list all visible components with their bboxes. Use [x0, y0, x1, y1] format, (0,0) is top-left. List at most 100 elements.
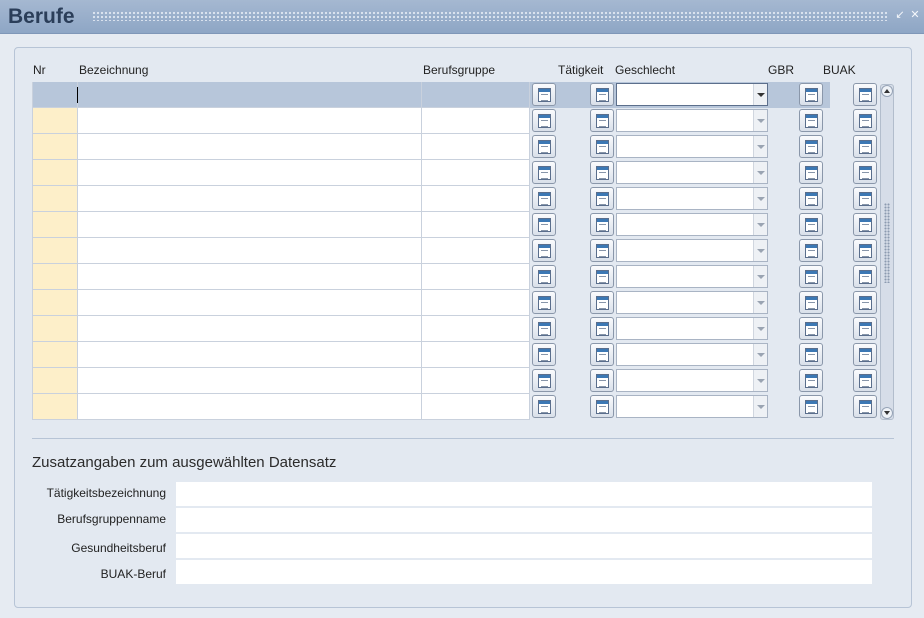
geschlecht-dropdown[interactable] — [616, 317, 768, 340]
gbr-lookup-button[interactable] — [799, 291, 823, 314]
geschlecht-dropdown[interactable] — [616, 109, 768, 132]
taetigkeit-lookup-button[interactable] — [532, 239, 556, 262]
table-row[interactable] — [32, 212, 880, 238]
chevron-down-icon[interactable] — [753, 292, 767, 313]
gbr-lookup-button[interactable] — [799, 395, 823, 418]
gbr-lookup-button[interactable] — [799, 135, 823, 158]
cell-bezeichnung[interactable] — [78, 394, 422, 420]
geschlecht-lookup-button[interactable] — [590, 109, 614, 132]
geschlecht-lookup-button[interactable] — [590, 317, 614, 340]
chevron-down-icon[interactable] — [753, 110, 767, 131]
buak-lookup-button[interactable] — [853, 291, 877, 314]
cell-nr[interactable] — [32, 316, 78, 342]
taetigkeit-lookup-button[interactable] — [532, 109, 556, 132]
cell-bezeichnung[interactable] — [78, 212, 422, 238]
field-gesundheitsberuf[interactable] — [176, 534, 872, 559]
cell-bezeichnung[interactable] — [78, 186, 422, 212]
cell-nr[interactable] — [32, 160, 78, 186]
buak-lookup-button[interactable] — [853, 135, 877, 158]
scroll-down-arrow-icon[interactable] — [881, 407, 893, 419]
cell-berufsgruppe[interactable] — [422, 186, 530, 212]
cell-berufsgruppe[interactable] — [422, 108, 530, 134]
table-row[interactable] — [32, 82, 880, 108]
cell-bezeichnung[interactable] — [78, 290, 422, 316]
taetigkeit-lookup-button[interactable] — [532, 317, 556, 340]
minimize-icon[interactable]: ↙ — [894, 9, 906, 21]
table-row[interactable] — [32, 238, 880, 264]
cell-berufsgruppe[interactable] — [422, 316, 530, 342]
chevron-down-icon[interactable] — [753, 188, 767, 209]
close-icon[interactable]: ✕ — [909, 9, 921, 21]
geschlecht-dropdown[interactable] — [616, 83, 768, 106]
scrollbar-grip[interactable] — [884, 203, 890, 283]
field-berufsgruppenname[interactable] — [176, 508, 872, 533]
taetigkeit-lookup-button[interactable] — [532, 161, 556, 184]
table-row[interactable] — [32, 108, 880, 134]
cell-bezeichnung[interactable] — [78, 342, 422, 368]
chevron-down-icon[interactable] — [753, 318, 767, 339]
gbr-lookup-button[interactable] — [799, 213, 823, 236]
taetigkeit-lookup-button[interactable] — [532, 265, 556, 288]
cell-bezeichnung[interactable] — [78, 82, 422, 108]
gbr-lookup-button[interactable] — [799, 369, 823, 392]
taetigkeit-lookup-button[interactable] — [532, 187, 556, 210]
cell-bezeichnung[interactable] — [78, 316, 422, 342]
table-row[interactable] — [32, 160, 880, 186]
cell-berufsgruppe[interactable] — [422, 368, 530, 394]
geschlecht-dropdown[interactable] — [616, 161, 768, 184]
cell-berufsgruppe[interactable] — [422, 212, 530, 238]
geschlecht-dropdown[interactable] — [616, 213, 768, 236]
buak-lookup-button[interactable] — [853, 109, 877, 132]
buak-lookup-button[interactable] — [853, 265, 877, 288]
chevron-down-icon[interactable] — [753, 370, 767, 391]
vertical-scrollbar[interactable] — [880, 84, 894, 420]
taetigkeit-lookup-button[interactable] — [532, 83, 556, 106]
geschlecht-dropdown[interactable] — [616, 265, 768, 288]
cell-berufsgruppe[interactable] — [422, 264, 530, 290]
cell-bezeichnung[interactable] — [78, 264, 422, 290]
buak-lookup-button[interactable] — [853, 317, 877, 340]
cell-bezeichnung[interactable] — [78, 160, 422, 186]
geschlecht-dropdown[interactable] — [616, 369, 768, 392]
cell-bezeichnung[interactable] — [78, 108, 422, 134]
geschlecht-dropdown[interactable] — [616, 187, 768, 210]
chevron-down-icon[interactable] — [753, 266, 767, 287]
chevron-down-icon[interactable] — [753, 84, 767, 105]
cell-nr[interactable] — [32, 342, 78, 368]
gbr-lookup-button[interactable] — [799, 109, 823, 132]
chevron-down-icon[interactable] — [753, 136, 767, 157]
geschlecht-lookup-button[interactable] — [590, 343, 614, 366]
geschlecht-lookup-button[interactable] — [590, 213, 614, 236]
geschlecht-lookup-button[interactable] — [590, 239, 614, 262]
gbr-lookup-button[interactable] — [799, 239, 823, 262]
cell-nr[interactable] — [32, 82, 78, 108]
table-row[interactable] — [32, 264, 880, 290]
geschlecht-dropdown[interactable] — [616, 395, 768, 418]
buak-lookup-button[interactable] — [853, 213, 877, 236]
chevron-down-icon[interactable] — [753, 162, 767, 183]
buak-lookup-button[interactable] — [853, 395, 877, 418]
cell-bezeichnung[interactable] — [78, 368, 422, 394]
table-row[interactable] — [32, 134, 880, 160]
cell-bezeichnung[interactable] — [78, 238, 422, 264]
table-row[interactable] — [32, 394, 880, 420]
cell-berufsgruppe[interactable] — [422, 82, 530, 108]
buak-lookup-button[interactable] — [853, 187, 877, 210]
buak-lookup-button[interactable] — [853, 83, 877, 106]
taetigkeit-lookup-button[interactable] — [532, 213, 556, 236]
taetigkeit-lookup-button[interactable] — [532, 369, 556, 392]
geschlecht-lookup-button[interactable] — [590, 265, 614, 288]
taetigkeit-lookup-button[interactable] — [532, 135, 556, 158]
cell-berufsgruppe[interactable] — [422, 238, 530, 264]
geschlecht-dropdown[interactable] — [616, 239, 768, 262]
cell-nr[interactable] — [32, 186, 78, 212]
cell-nr[interactable] — [32, 368, 78, 394]
field-buak-beruf[interactable] — [176, 560, 872, 585]
table-row[interactable] — [32, 368, 880, 394]
gbr-lookup-button[interactable] — [799, 343, 823, 366]
buak-lookup-button[interactable] — [853, 161, 877, 184]
geschlecht-dropdown[interactable] — [616, 291, 768, 314]
buak-lookup-button[interactable] — [853, 239, 877, 262]
chevron-down-icon[interactable] — [753, 396, 767, 417]
cell-bezeichnung[interactable] — [78, 134, 422, 160]
